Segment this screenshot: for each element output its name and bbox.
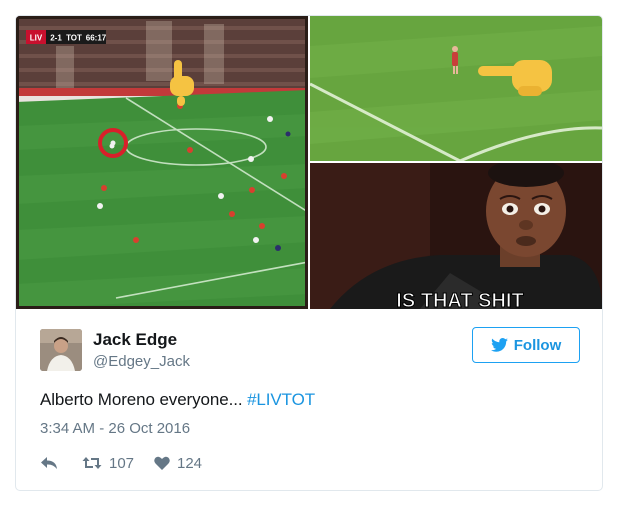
heart-icon [154, 456, 170, 470]
avatar[interactable] [40, 329, 82, 371]
follow-label: Follow [513, 336, 562, 354]
media-photo-zoom[interactable] [310, 16, 602, 161]
reply-button[interactable] [40, 456, 82, 470]
media-photo-broadcast[interactable]: LIV 2-1 TOT 66:17 [16, 16, 308, 309]
follow-button[interactable]: Follow [472, 327, 580, 363]
meme-caption: IS THAT SHIT [396, 290, 523, 309]
like-count: 124 [177, 454, 203, 472]
tweet-actions: 107 124 [40, 452, 202, 474]
hashtag-link[interactable]: #LIVTOT [247, 390, 315, 409]
tweet-timestamp[interactable]: 3:34 AM - 26 Oct 2016 [40, 420, 190, 437]
media-photo-reaction[interactable]: IS THAT SHIT [310, 163, 602, 309]
scoreboard-score: 2-1 [50, 34, 62, 43]
scoreboard-home: LIV [30, 34, 43, 43]
like-button[interactable]: 124 [154, 455, 202, 472]
reply-icon [40, 456, 58, 470]
scoreboard-away: TOT [66, 34, 82, 43]
scoreboard-clock: 66:17 [86, 34, 107, 43]
tweet-card: LIV 2-1 TOT 66:17 IS THAT SHIT Jack Edge… [15, 15, 603, 491]
author-handle[interactable]: @Edgey_Jack [93, 353, 190, 370]
retweet-button[interactable]: 107 [82, 455, 154, 472]
bird-icon [490, 338, 508, 352]
author-name[interactable]: Jack Edge [93, 330, 177, 350]
retweet-count: 107 [109, 454, 135, 472]
retweet-icon [82, 456, 102, 470]
tweet-media-grid[interactable]: LIV 2-1 TOT 66:17 IS THAT SHIT [16, 16, 602, 309]
tweet-text: Alberto Moreno everyone... #LIVTOT [40, 390, 315, 410]
tweet-author: Jack Edge @Edgey_Jack Follow [40, 327, 580, 373]
tweet-text-body: Alberto Moreno everyone... [40, 390, 248, 409]
